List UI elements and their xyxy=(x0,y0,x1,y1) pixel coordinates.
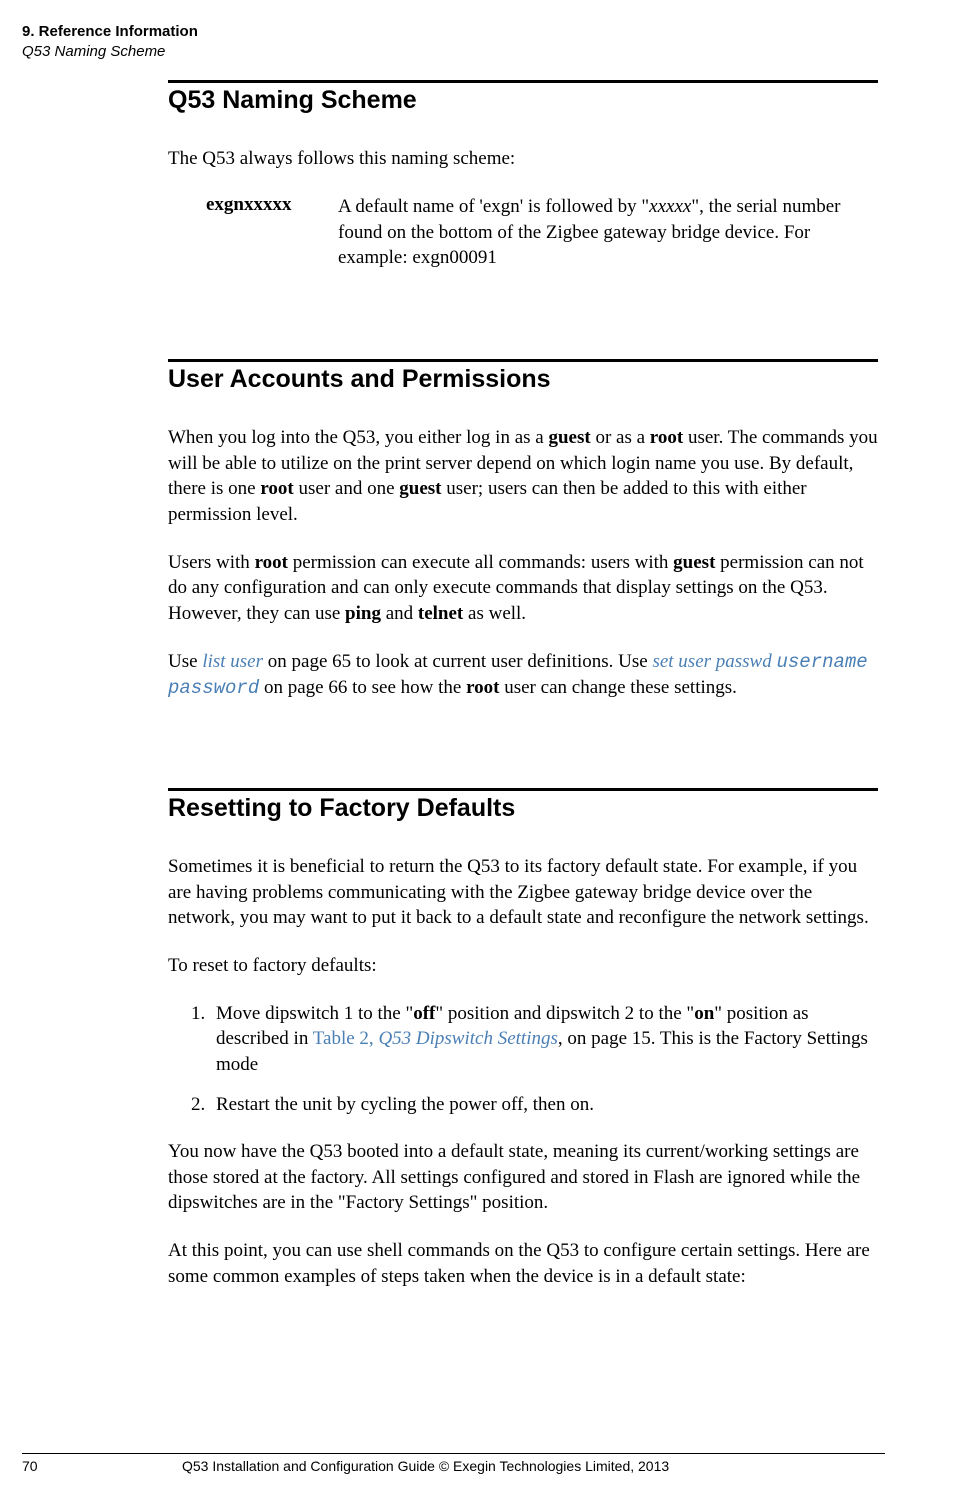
factory-p3: You now have the Q53 booted into a defau… xyxy=(168,1139,878,1216)
text: Move dipswitch 1 to the " xyxy=(216,1003,413,1024)
naming-intro: The Q53 always follows this naming schem… xyxy=(168,146,878,172)
desc-part: A default name of 'exgn' is followed by … xyxy=(338,196,649,217)
link-table-2[interactable]: Table 2, xyxy=(313,1028,379,1049)
user-accounts-p1: When you log into the Q53, you either lo… xyxy=(168,425,878,528)
heading-factory-defaults: Resetting to Factory Defaults xyxy=(168,793,878,824)
page: 9. Reference Information Q53 Naming Sche… xyxy=(0,0,975,1512)
bold-text: ping xyxy=(345,603,381,624)
running-header: 9. Reference Information Q53 Naming Sche… xyxy=(22,22,198,61)
text: Use xyxy=(168,651,202,672)
text: and xyxy=(381,603,418,624)
text: on page 66 to see how the xyxy=(259,677,466,698)
section-rule xyxy=(168,359,878,362)
bold-text: root xyxy=(260,478,293,499)
section-rule xyxy=(168,80,878,83)
user-accounts-p3: Use list user on page 65 to look at curr… xyxy=(168,649,878,702)
user-accounts-p2: Users with root permission can execute a… xyxy=(168,550,878,627)
bold-text: root xyxy=(650,427,683,448)
factory-p1: Sometimes it is beneficial to return the… xyxy=(168,854,878,931)
page-number: 70 xyxy=(22,1458,152,1474)
bold-text: guest xyxy=(673,552,715,573)
heading-naming-scheme: Q53 Naming Scheme xyxy=(168,85,878,116)
text: user can change these settings. xyxy=(499,677,736,698)
content-area: Q53 Naming Scheme The Q53 always follows… xyxy=(168,80,878,1289)
factory-p4: At this point, you can use shell command… xyxy=(168,1238,878,1289)
factory-step-1: Move dipswitch 1 to the "off" position a… xyxy=(210,1001,878,1078)
footer-text: Q53 Installation and Configuration Guide… xyxy=(152,1458,885,1474)
bold-text: guest xyxy=(399,478,441,499)
link-dipswitch-settings[interactable]: Q53 Dipswitch Settings xyxy=(378,1028,557,1049)
header-section: Q53 Naming Scheme xyxy=(22,42,198,62)
factory-steps: Move dipswitch 1 to the "off" position a… xyxy=(168,1001,878,1118)
heading-user-accounts: User Accounts and Permissions xyxy=(168,364,878,395)
spacer xyxy=(168,724,878,760)
bold-text: root xyxy=(466,677,499,698)
text: as well. xyxy=(463,603,526,624)
bold-text: telnet xyxy=(418,603,463,624)
factory-step-2: Restart the unit by cycling the power of… xyxy=(210,1092,878,1118)
section-rule xyxy=(168,788,878,791)
text: or as a xyxy=(591,427,650,448)
link-set-user-passwd[interactable]: set user passwd xyxy=(652,651,776,672)
bold-text: on xyxy=(694,1003,714,1024)
footer: 70 Q53 Installation and Configuration Gu… xyxy=(22,1453,885,1474)
text: user and one xyxy=(294,478,400,499)
text: permission can execute all commands: use… xyxy=(288,552,673,573)
spacer xyxy=(168,295,878,331)
text: " position and dipswitch 2 to the " xyxy=(435,1003,694,1024)
text: When you log into the Q53, you either lo… xyxy=(168,427,548,448)
bold-text: guest xyxy=(548,427,590,448)
text: Users with xyxy=(168,552,255,573)
definition-term: exgnxxxxx xyxy=(168,194,338,271)
bold-text: off xyxy=(413,1003,435,1024)
definition-description: A default name of 'exgn' is followed by … xyxy=(338,194,878,271)
definition-row: exgnxxxxx A default name of 'exgn' is fo… xyxy=(168,194,878,271)
bold-text: root xyxy=(255,552,288,573)
factory-p2: To reset to factory defaults: xyxy=(168,953,878,979)
header-chapter: 9. Reference Information xyxy=(22,22,198,42)
text: on page 65 to look at current user defin… xyxy=(263,651,652,672)
link-list-user[interactable]: list user xyxy=(202,651,263,672)
desc-italic: xxxxx xyxy=(649,196,691,217)
